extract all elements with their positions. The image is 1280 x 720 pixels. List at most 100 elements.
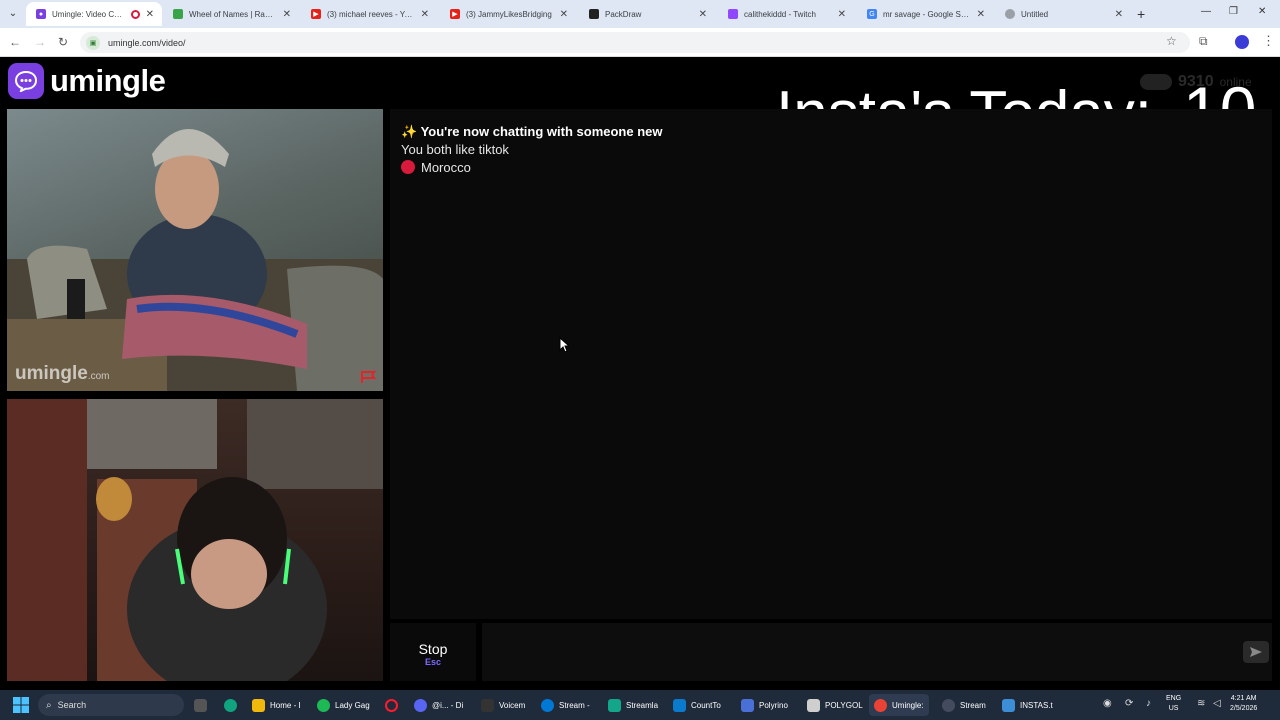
report-flag-icon[interactable] (360, 370, 378, 384)
chat-log: ✨ You're now chatting with someone new Y… (390, 109, 1272, 619)
reload-icon[interactable]: ↻ (58, 35, 68, 49)
taskbar-item-explorer[interactable]: Home - I (252, 694, 301, 716)
tab-umingle[interactable]: ● Umingle: Video Chat ✕ (26, 2, 162, 26)
bookmark-star-icon[interactable]: ☆ (1166, 34, 1177, 48)
tab-label: Untitled (1021, 9, 1049, 19)
logo-text: umingle (50, 63, 166, 98)
common-interest-message: You both like tiktok (401, 142, 509, 157)
country-name: Morocco (421, 160, 471, 175)
taskbar-item-streamlabs[interactable]: Streamla (608, 694, 658, 716)
taskbar-search[interactable]: ⌕ Search (38, 694, 184, 716)
discord-tray-icon[interactable]: ◉ (1103, 698, 1112, 709)
discord-icon (414, 698, 427, 712)
forward-arrow-icon[interactable]: → (34, 35, 46, 49)
taskbar-item-polygol[interactable]: POLYGOL (807, 694, 863, 716)
tab-twitch[interactable]: calithekiddd - Twitch ✕ (718, 2, 854, 26)
taskbar-item-label: Stream (960, 700, 986, 710)
umingle-logo[interactable]: umingle (8, 63, 166, 99)
taskbar-item-chrome[interactable]: Umingle: (869, 694, 929, 716)
recording-icon (130, 9, 140, 19)
taskbar-item-notepad[interactable]: INSTAS.t (1002, 694, 1053, 716)
search-label: Search (57, 700, 87, 710)
close-icon[interactable]: ✕ (838, 9, 846, 20)
watermark-text: umingle (15, 363, 88, 384)
folder-icon (252, 698, 265, 712)
minimize-icon[interactable]: — (1201, 6, 1211, 17)
tab-label: Umingle: Video Chat (52, 9, 125, 19)
opera-icon[interactable] (385, 694, 398, 716)
window-close-icon[interactable]: ✕ (1258, 6, 1266, 17)
close-icon[interactable]: ✕ (977, 9, 985, 20)
taskbar-item-vscode[interactable]: CountTo (673, 694, 721, 716)
new-chat-message: ✨ You're now chatting with someone new (401, 124, 663, 139)
address-bar[interactable]: ▣ umingle.com/video/ (80, 32, 1190, 53)
taskbar-item-label: Lady Gag (335, 700, 370, 710)
close-icon[interactable]: ✕ (146, 9, 154, 20)
tab-youtube-michael-reeves[interactable]: ▶ (3) michael reeves - YouTube ✕ (301, 2, 437, 26)
tab-youtube-jammy[interactable]: ▶ (3) JammyLikesBridging ✕ (440, 2, 576, 26)
taskbar-item-polyrino[interactable]: Polyrino (741, 694, 788, 716)
taskbar-item-label: Stream - (559, 700, 590, 710)
send-button[interactable] (1243, 641, 1269, 663)
tab-label: (3) michael reeves - YouTube (327, 9, 415, 19)
taskbar-item-label: Umingle: (892, 700, 924, 710)
tab-search-button[interactable]: ⌄ (4, 5, 22, 23)
pen-icon (741, 698, 754, 712)
profile-avatar[interactable] (1235, 35, 1249, 49)
obs-icon (942, 698, 955, 712)
tab-untitled[interactable]: Untitled ✕ (995, 2, 1131, 26)
windows-start-icon[interactable] (13, 697, 29, 713)
vscode-icon (673, 698, 686, 712)
taskbar-item-voicemeeter[interactable]: Voicem (481, 694, 525, 716)
wifi-icon[interactable]: ≋ (1197, 698, 1205, 709)
new-tab-button[interactable]: + (1137, 6, 1145, 22)
chrome-icon (874, 698, 887, 712)
taskbar-item-spotify[interactable]: Lady Gag (317, 694, 370, 716)
tab-google-search[interactable]: G mr savage - Google Search ✕ (857, 2, 993, 26)
tab-wheel-of-names[interactable]: Wheel of Names | Random ✕ (163, 2, 299, 26)
notepad-icon (1002, 698, 1015, 712)
youtube-favicon-icon: ▶ (450, 9, 460, 19)
umingle-page: umingle 9310 online Insta's Today: 10 um… (0, 58, 1280, 690)
tab-packdraw[interactable]: PackDraw ✕ (579, 2, 715, 26)
restore-icon[interactable]: ❐ (1229, 6, 1238, 17)
watermark-suffix: .com (87, 371, 110, 382)
edge-icon (541, 698, 554, 712)
tab-label: Wheel of Names | Random (189, 9, 277, 19)
back-arrow-icon[interactable]: ← (9, 35, 21, 49)
taskbar-item-obs[interactable]: Stream (942, 694, 986, 716)
close-icon[interactable]: ✕ (1115, 9, 1123, 20)
chatgpt-icon[interactable] (224, 694, 237, 716)
stranger-video-frame (7, 129, 383, 391)
taskbar-item-label: Voicem (499, 700, 526, 710)
browser-menu-icon[interactable]: ⋮ (1262, 33, 1275, 49)
language-indicator[interactable]: ENG US (1166, 694, 1181, 714)
chat-bubble-icon (8, 63, 44, 99)
stop-button[interactable]: Stop Esc (390, 623, 476, 681)
clock-date: 2/5/2026 (1230, 705, 1258, 712)
taskbar-item-label: @i... - Di (432, 700, 464, 710)
taskbar-item-edge[interactable]: Stream - (541, 694, 590, 716)
self-video (7, 399, 383, 681)
taskbar-item-discord[interactable]: @i... - Di (414, 694, 463, 716)
url-text: umingle.com/video/ (108, 37, 186, 48)
task-view-icon[interactable] (194, 694, 207, 716)
system-clock[interactable]: 4:21 AM 2/5/2026 (1230, 694, 1257, 714)
camera-in-use-icon[interactable]: ▣ (86, 35, 100, 50)
volume-icon[interactable]: ◁ (1213, 698, 1221, 709)
close-icon[interactable]: ✕ (699, 9, 707, 20)
close-icon[interactable]: ✕ (283, 9, 291, 20)
message-input[interactable] (482, 623, 1272, 681)
close-icon[interactable]: ✕ (421, 9, 429, 20)
tab-label: (3) JammyLikesBridging (466, 9, 552, 19)
taskbar-item-label: INSTAS.t (1020, 700, 1053, 710)
globe-favicon-icon (1005, 9, 1015, 19)
google-favicon-icon: G (867, 9, 877, 19)
sync-tray-icon[interactable]: ⟳ (1125, 698, 1133, 709)
stop-shortcut: Esc (424, 657, 441, 667)
close-icon[interactable]: ✕ (560, 9, 568, 20)
mouse-cursor-icon (559, 337, 569, 353)
microphone-icon[interactable]: ♪ (1146, 698, 1151, 709)
extensions-icon[interactable]: ⧉ (1199, 34, 1208, 49)
streamlabs-icon (608, 698, 621, 712)
